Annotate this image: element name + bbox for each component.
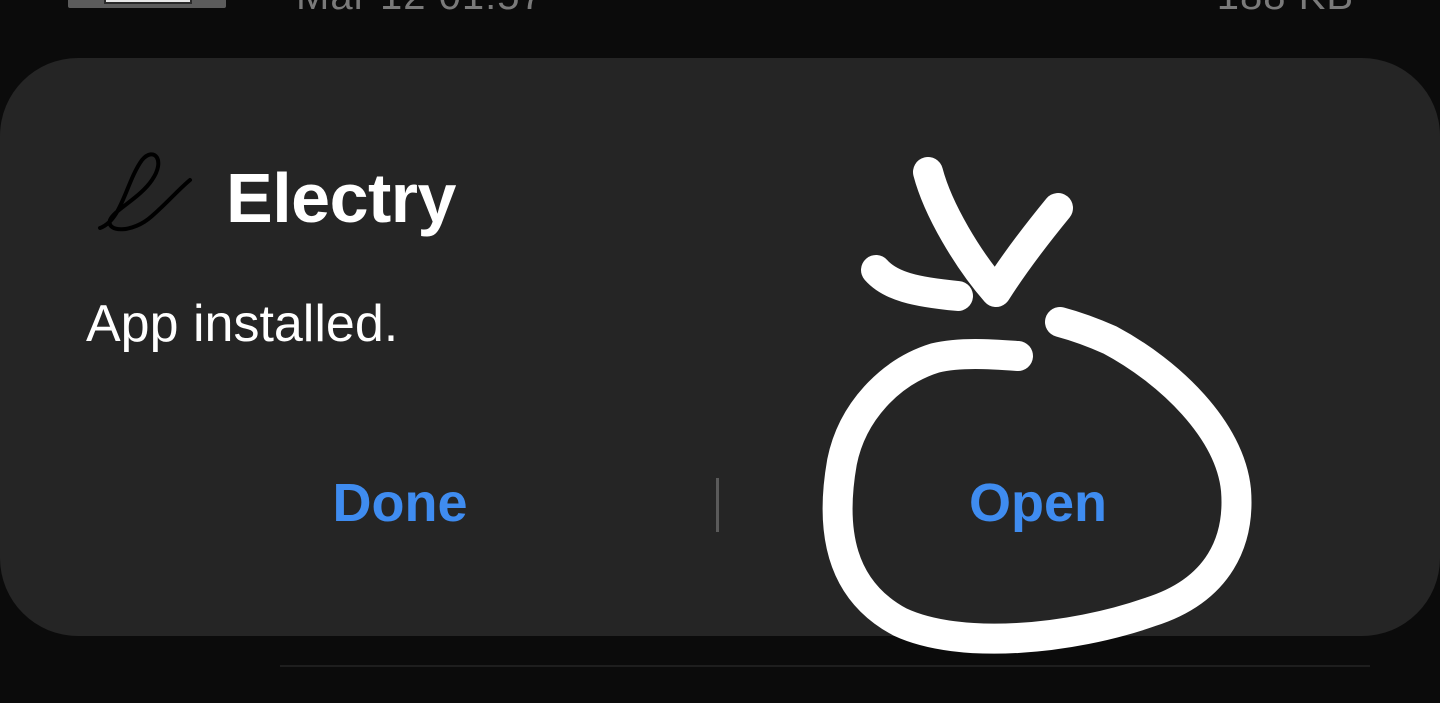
screen: Mar 12 01:57 188 KB Electry App installe…: [0, 0, 1440, 703]
background-file-row: Mar 12 01:57 188 KB: [0, 0, 1440, 58]
list-divider: [280, 665, 1370, 667]
file-size: 188 KB: [1217, 0, 1354, 19]
done-button[interactable]: Done: [240, 472, 560, 542]
file-thumbnail: [68, 0, 226, 8]
open-button[interactable]: Open: [878, 472, 1198, 542]
electry-logo-icon: [98, 152, 192, 232]
button-divider: [716, 478, 719, 532]
app-name: Electry: [226, 159, 456, 237]
install-dialog: Electry App installed. Done Open: [0, 58, 1440, 636]
file-date: Mar 12 01:57: [296, 0, 544, 19]
status-message: App installed.: [86, 295, 399, 353]
